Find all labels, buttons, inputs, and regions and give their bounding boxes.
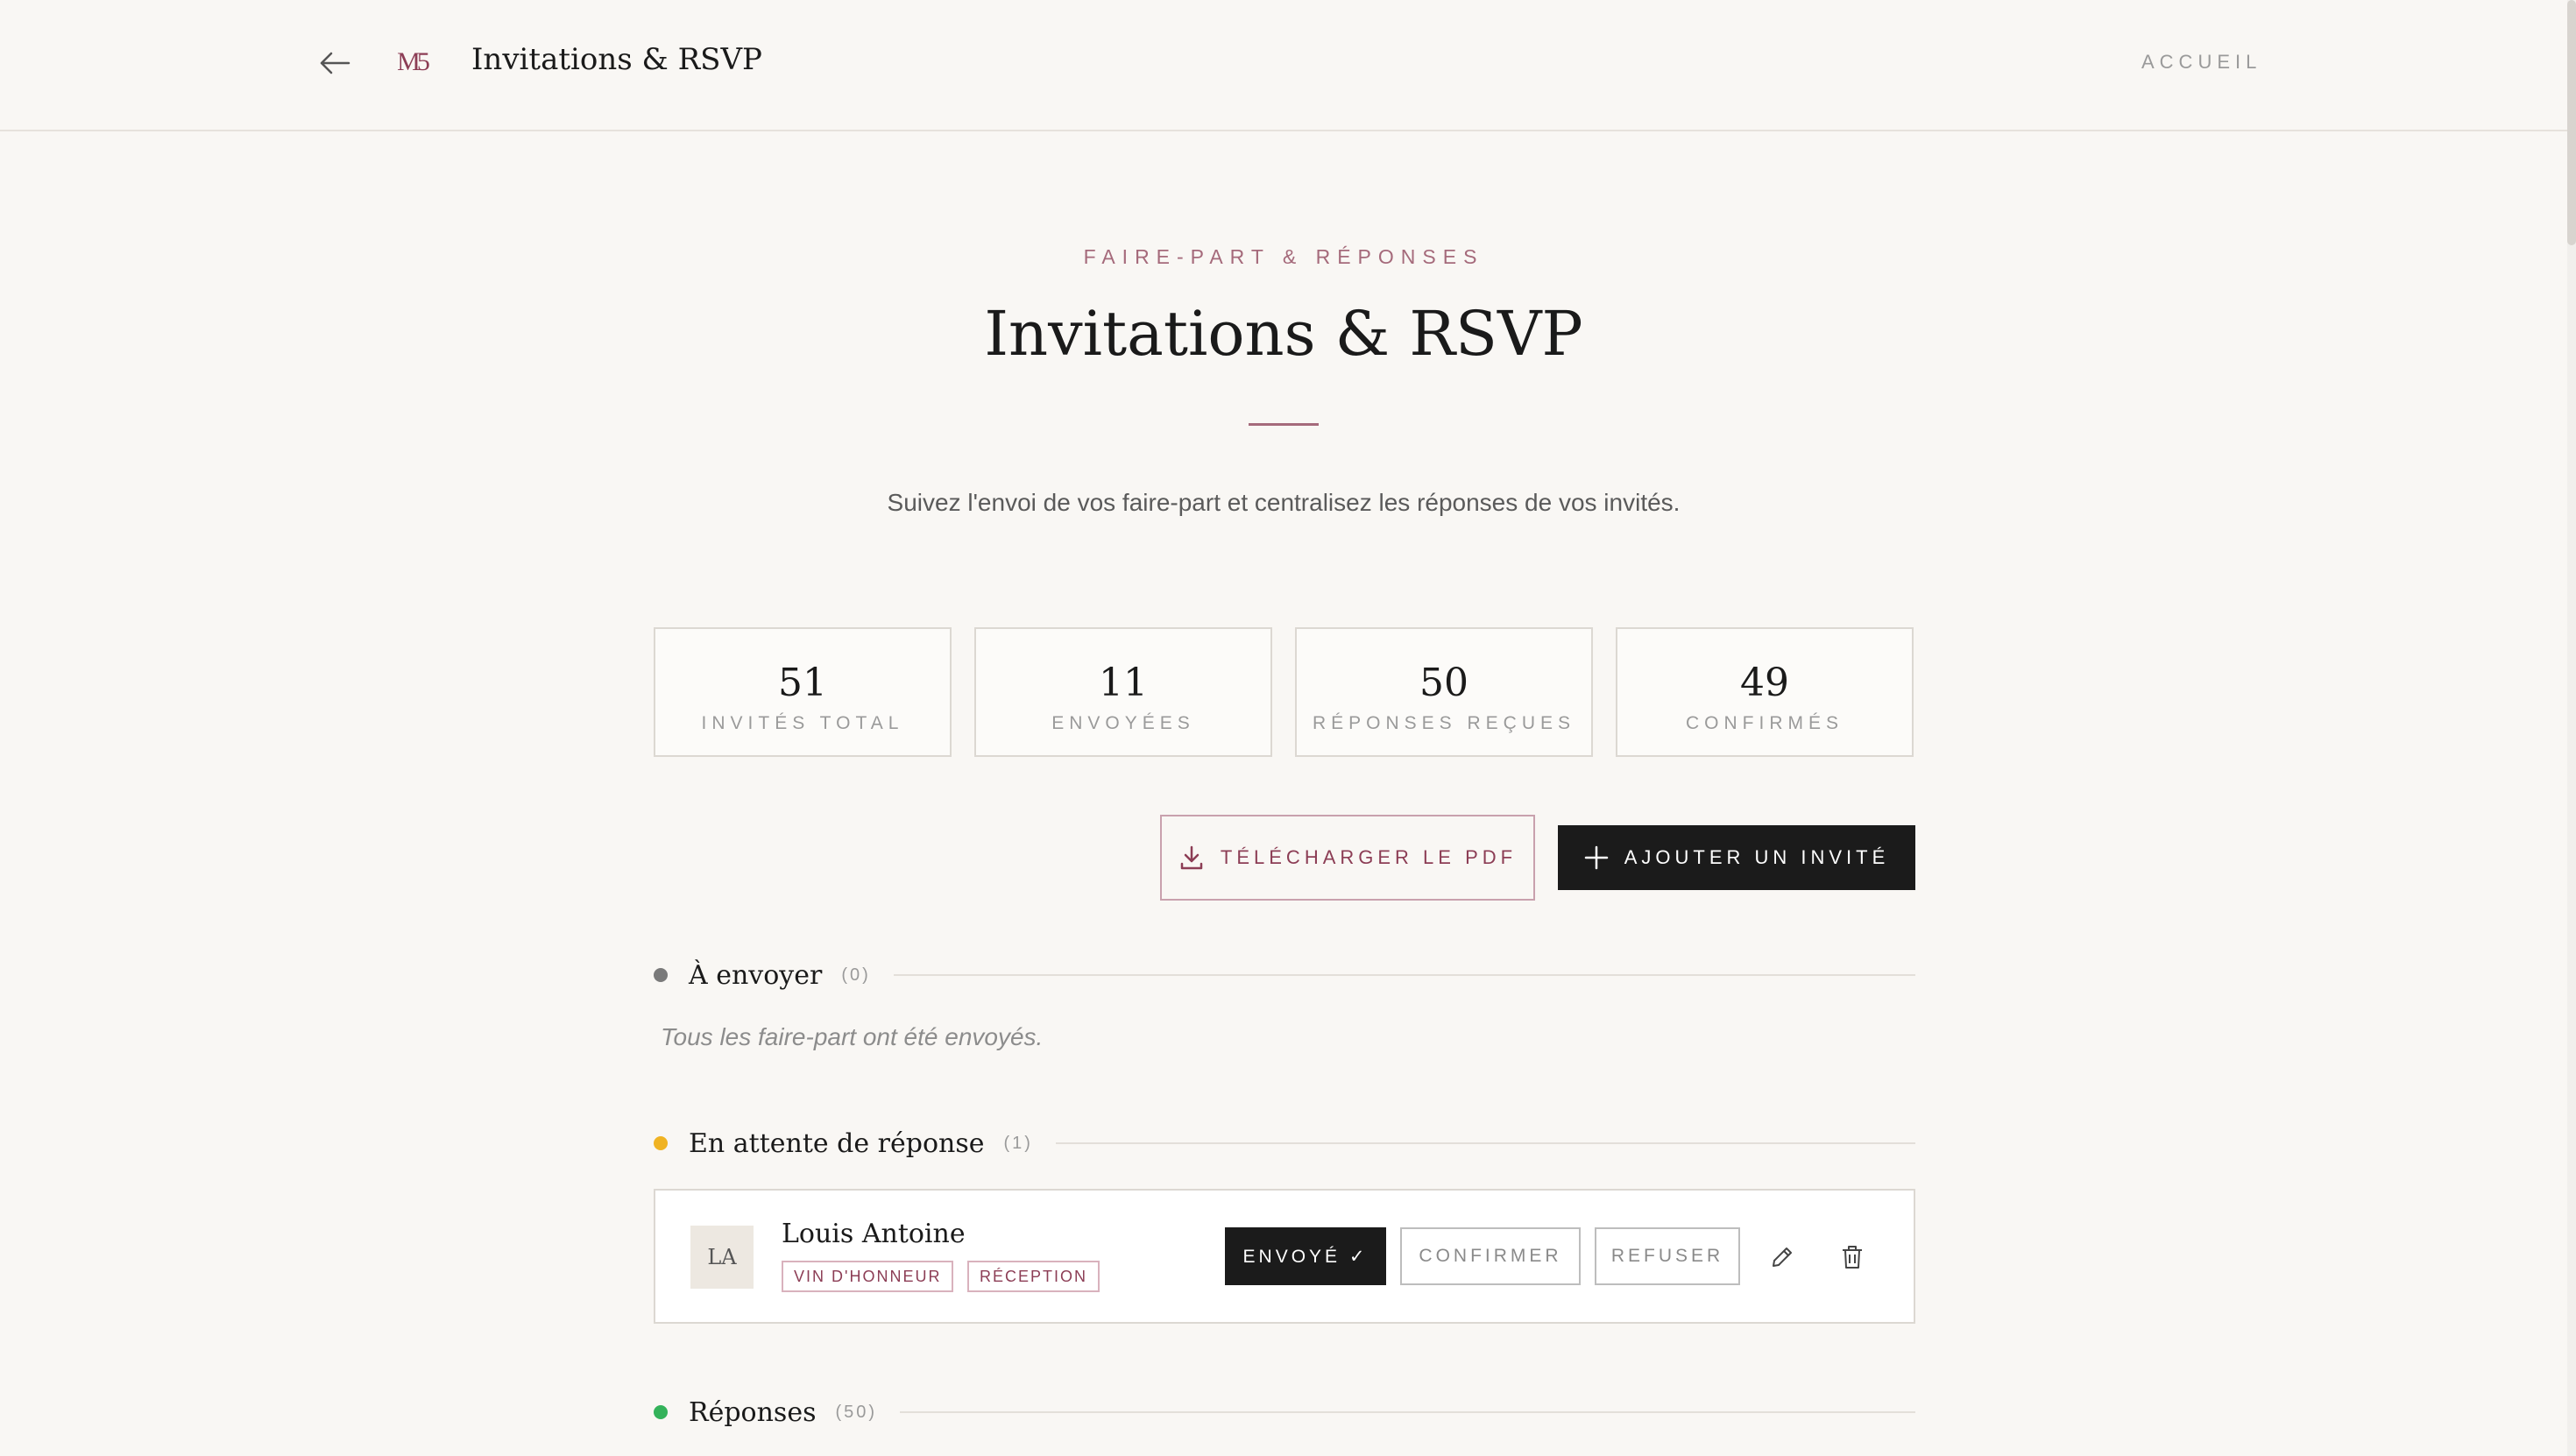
page-title: Invitations & RSVP (984, 298, 1583, 370)
title-divider (1249, 423, 1319, 426)
section-title: À envoyer (689, 959, 823, 991)
scrollbar-thumb[interactable] (2567, 0, 2576, 245)
plus-icon (1584, 845, 1608, 870)
section-count: (0) (841, 965, 871, 985)
add-guest-button[interactable]: AJOUTER UN INVITÉ (1558, 825, 1915, 890)
nav-home-link[interactable]: ACCUEIL (2141, 51, 2261, 74)
section-count: (1) (1003, 1133, 1033, 1153)
stat-card-responses: 50 RÉPONSES REÇUES (1295, 627, 1593, 757)
stat-card-confirmed: 49 CONFIRMÉS (1616, 627, 1914, 757)
stat-value: 49 (1740, 661, 1789, 705)
section-divider (1055, 1142, 1915, 1144)
section-title: En attente de réponse (689, 1127, 985, 1159)
stat-label: CONFIRMÉS (1686, 713, 1844, 733)
logo-text: M5 (397, 47, 430, 76)
section-divider (893, 974, 1915, 976)
stat-card-sent: 11 ENVOYÉES (974, 627, 1272, 757)
stat-label: INVITÉS TOTAL (701, 713, 904, 733)
avatar: LA (690, 1226, 754, 1289)
back-button[interactable] (314, 44, 356, 82)
stat-value: 50 (1419, 661, 1468, 705)
guest-tag: VIN D'HONNEUR (782, 1261, 954, 1292)
page-subtitle: Suivez l'envoi de vos faire-part et cent… (887, 489, 1681, 516)
status-dot-green (654, 1405, 668, 1419)
sent-status-button[interactable]: ENVOYÉ ✓ (1225, 1227, 1386, 1285)
download-icon (1180, 845, 1203, 870)
guest-card: LA Louis Antoine VIN D'HONNEUR RÉCEPTION… (654, 1189, 1915, 1324)
download-pdf-label: TÉLÉCHARGER LE PDF (1220, 846, 1518, 868)
section-header-responses: Réponses (50) (654, 1395, 1915, 1430)
refuse-button[interactable]: REFUSER (1595, 1227, 1740, 1285)
app-title: Invitations & RSVP (471, 42, 762, 77)
guest-tag: RÉCEPTION (967, 1261, 1100, 1292)
scrollbar[interactable] (2567, 0, 2576, 1456)
section-count: (50) (835, 1402, 878, 1422)
section-header-to-send: À envoyer (0) (654, 958, 1915, 993)
download-pdf-button[interactable]: TÉLÉCHARGER LE PDF (1160, 815, 1535, 901)
confirm-button[interactable]: CONFIRMER (1400, 1227, 1581, 1285)
section-header-pending: En attente de réponse (1) (654, 1126, 1915, 1161)
edit-button[interactable] (1765, 1240, 1800, 1275)
section-divider (900, 1411, 1915, 1413)
empty-state-message: Tous les faire-part ont été envoyés. (661, 1023, 1044, 1050)
arrow-left-icon (320, 52, 350, 74)
guest-name: Louis Antoine (782, 1219, 966, 1249)
status-dot-grey (654, 968, 668, 982)
stat-label: ENVOYÉES (1051, 713, 1195, 733)
stat-value: 51 (778, 661, 827, 705)
trash-icon (1843, 1246, 1862, 1269)
logo[interactable]: M5 (386, 37, 438, 88)
status-dot-yellow (654, 1136, 668, 1150)
pencil-icon (1773, 1247, 1792, 1267)
delete-button[interactable] (1835, 1240, 1870, 1275)
stat-label: RÉPONSES REÇUES (1312, 713, 1576, 733)
page-eyebrow: FAIRE-PART & RÉPONSES (1083, 245, 1484, 268)
add-guest-label: AJOUTER UN INVITÉ (1624, 846, 1890, 868)
stat-card-total-guests: 51 INVITÉS TOTAL (654, 627, 952, 757)
section-title: Réponses (689, 1396, 817, 1428)
stat-value: 11 (1099, 661, 1148, 705)
top-bar: M5 Invitations & RSVP ACCUEIL (0, 0, 2567, 131)
